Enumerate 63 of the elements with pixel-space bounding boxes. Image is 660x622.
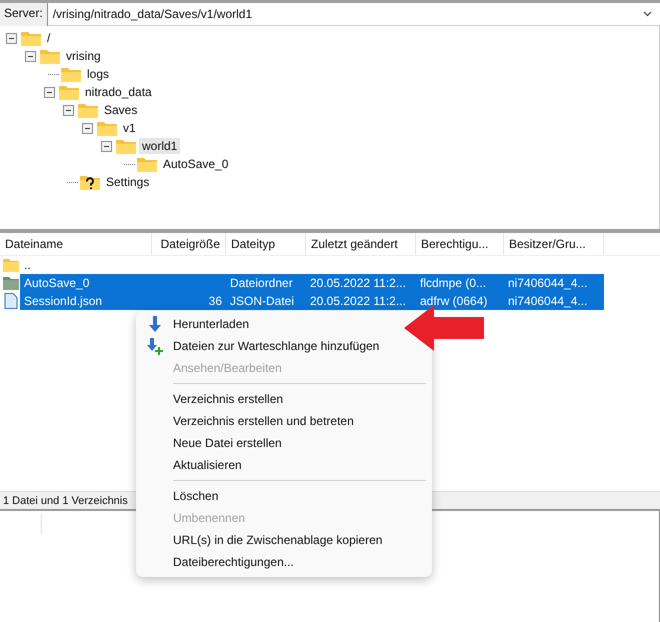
- folder-icon: [116, 138, 136, 154]
- table-cell: SessionId.json: [24, 294, 102, 308]
- table-cell: AutoSave_0: [24, 276, 90, 290]
- collapse-icon[interactable]: [101, 140, 112, 152]
- status-text: 1 Datei und 1 Verzeichnis: [3, 495, 128, 507]
- column-header[interactable]: Dateigröße: [152, 233, 226, 255]
- menu-item[interactable]: Dateien zur Warteschlange hinzufügen: [136, 335, 386, 357]
- tree-item[interactable]: nitrado_data: [82, 84, 155, 100]
- menu-item[interactable]: Herunterladen: [136, 313, 256, 335]
- folder-icon: [137, 156, 157, 172]
- download-icon: [148, 316, 160, 332]
- column-header[interactable]: Dateiname: [0, 233, 152, 255]
- question-folder-icon: [80, 174, 100, 190]
- folder-icon: [78, 102, 98, 118]
- file-icon: [3, 293, 19, 309]
- tree-item[interactable]: /: [44, 30, 54, 46]
- column-header[interactable]: Berechtigu...: [416, 233, 504, 255]
- tree-item[interactable]: Saves: [101, 102, 140, 118]
- tree-item[interactable]: world1: [139, 138, 180, 154]
- folder-icon: [40, 48, 60, 64]
- tree-item[interactable]: logs: [84, 66, 112, 82]
- menu-item[interactable]: Dateiberechtigungen...: [136, 551, 300, 573]
- collapse-icon[interactable]: [82, 122, 93, 134]
- column-header[interactable]: Dateityp: [226, 233, 306, 255]
- menu-item[interactable]: Verzeichnis erstellen und betreten: [136, 410, 360, 432]
- folder-icon: [21, 30, 41, 46]
- collapse-icon[interactable]: [25, 50, 36, 62]
- table-cell: 36: [208, 294, 222, 308]
- table-cell: Dateiordner: [230, 276, 293, 290]
- menu-item[interactable]: Neue Datei erstellen: [136, 432, 288, 454]
- tree-item[interactable]: Settings: [103, 174, 152, 190]
- table-cell: 20.05.2022 11:2...: [310, 276, 406, 290]
- table-cell: ni7406044_4...: [508, 294, 588, 308]
- menu-item[interactable]: Löschen: [136, 485, 224, 507]
- tree-item[interactable]: v1: [120, 120, 139, 136]
- download-add-icon: [146, 338, 162, 354]
- dropdown-caret-icon[interactable]: [643, 11, 652, 17]
- table-cell: ..: [24, 258, 31, 272]
- table-cell: 20.05.2022 11:2...: [310, 294, 406, 308]
- file-row[interactable]: AutoSave_0 Dateiordner 20.05.2022 11:2... flcdmpe (0... ni7406044_4...: [20, 274, 604, 292]
- table-cell: JSON-Datei: [230, 294, 294, 308]
- menu-item[interactable]: Verzeichnis erstellen: [136, 388, 290, 410]
- table-cell: flcdmpe (0...: [420, 276, 486, 290]
- tree-item[interactable]: vrising: [63, 48, 104, 64]
- folder-icon: [59, 84, 79, 100]
- table-cell: ni7406044_4...: [508, 276, 588, 290]
- menu-item[interactable]: URL(s) in die Zwischenablage kopieren: [136, 529, 388, 551]
- file-row[interactable]: ..: [20, 256, 604, 274]
- collapse-icon[interactable]: [63, 104, 74, 116]
- column-header[interactable]: Besitzer/Gru...: [504, 233, 604, 255]
- tree-item[interactable]: AutoSave_0: [160, 156, 232, 172]
- table-cell: adfrw (0664): [420, 294, 488, 308]
- folder-icon: [97, 120, 117, 136]
- collapse-icon[interactable]: [44, 86, 55, 98]
- folder-icon: [3, 258, 19, 272]
- folder-icon: [61, 66, 81, 82]
- file-row[interactable]: SessionId.json 36 JSON-Datei 20.05.2022 11:2... adfrw (0664) ni7406044_4...: [20, 292, 604, 310]
- server-label: Server:: [0, 3, 48, 26]
- server-path-field[interactable]: /vrising/nitrado_data/Saves/v1/world1: [48, 3, 660, 26]
- menu-item[interactable]: Aktualisieren: [136, 454, 248, 476]
- folder-icon: [3, 276, 19, 290]
- column-header[interactable]: Zuletzt geändert: [306, 233, 416, 255]
- collapse-icon[interactable]: [6, 32, 17, 44]
